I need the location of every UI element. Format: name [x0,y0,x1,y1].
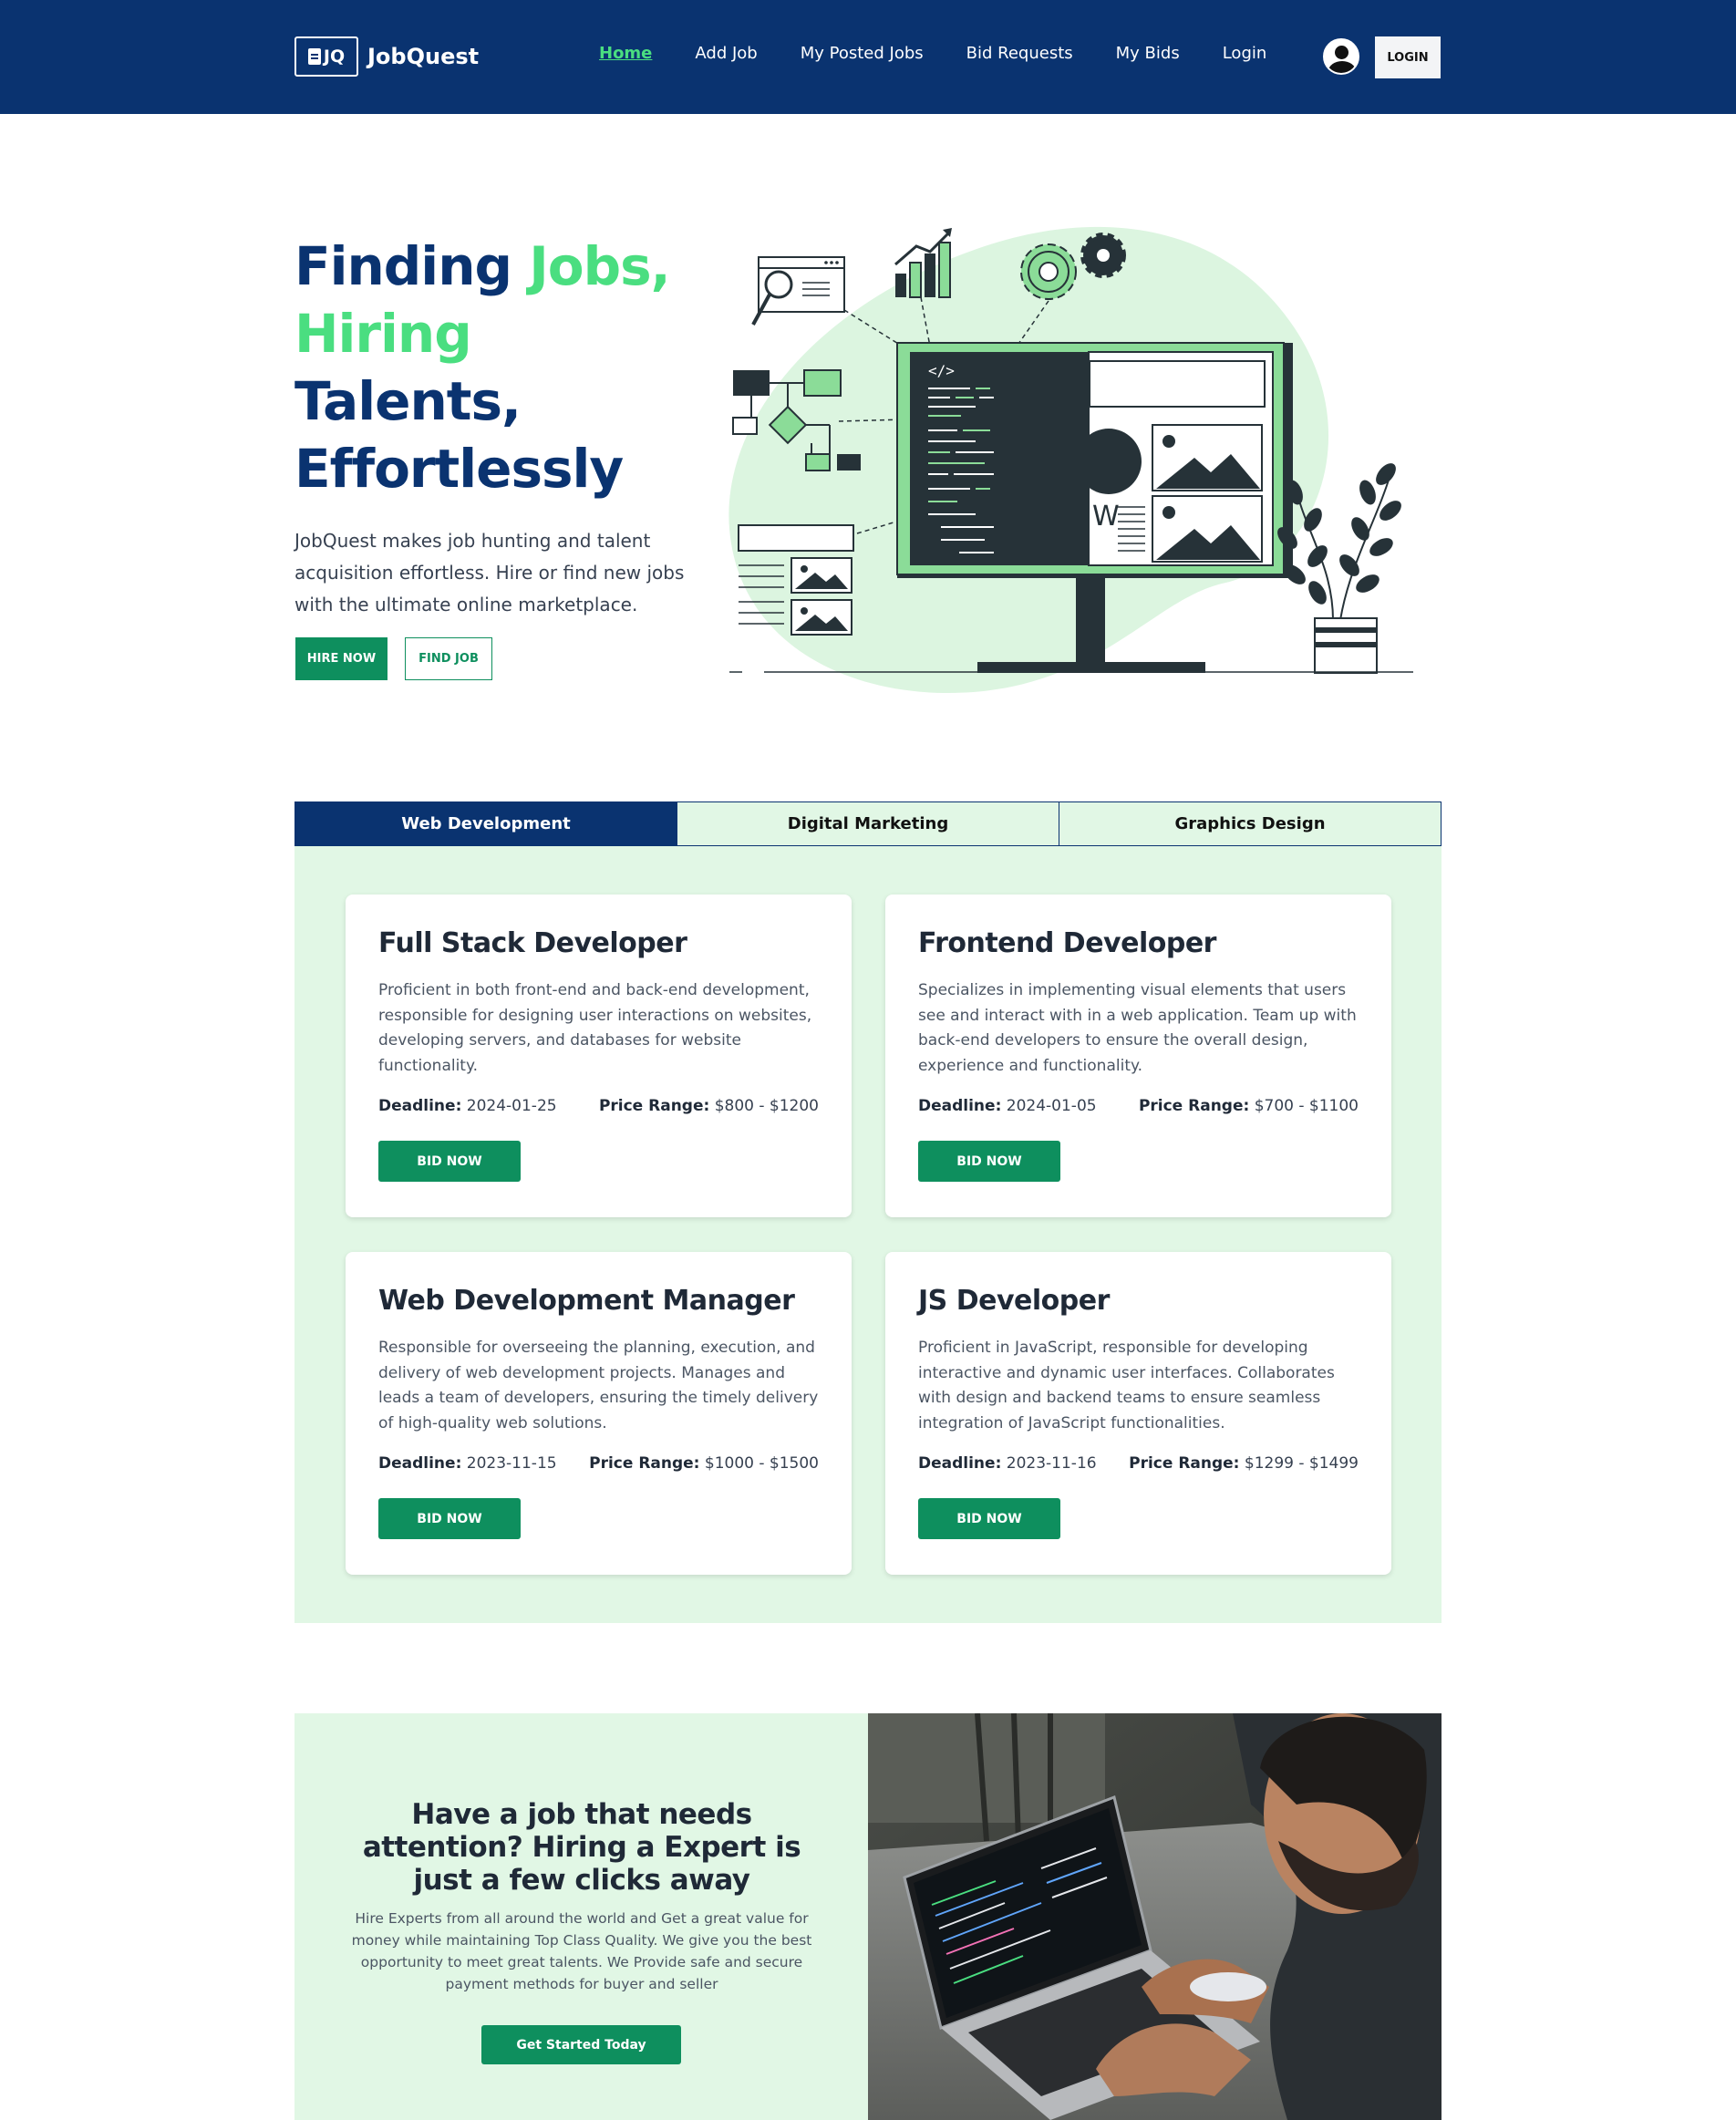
nav-link-bid-requests[interactable]: Bid Requests [966,44,1073,63]
developer-photo [868,1713,1442,2120]
job-card: Web Development Manager Responsible for … [346,1252,852,1575]
bid-now-button[interactable]: BID NOW [918,1141,1060,1182]
job-meta: Deadline: 2024-01-05 Price Range: $700 -… [918,1097,1359,1115]
job-description: Responsible for overseeing the planning,… [378,1339,819,1432]
job-title: Full Stack Developer [378,927,687,959]
tab-digital-marketing[interactable]: Digital Marketing [677,802,1059,845]
job-title: Frontend Developer [918,927,1216,959]
cta-heading: Have a job that needs attention? Hiring … [362,1798,801,1897]
job-price-range: Price Range: $1299 - $1499 [1129,1454,1359,1473]
tab-web-development[interactable]: Web Development [295,802,677,845]
cta-description: Hire Experts from all around the world a… [351,1910,812,1992]
job-description: Proficient in both front-end and back-en… [378,981,812,1075]
nav-links: Home Add Job My Posted Jobs Bid Requests… [599,44,1309,63]
job-price-range: Price Range: $800 - $1200 [598,1097,819,1115]
bid-now-button[interactable]: BID NOW [378,1141,521,1182]
cta-section: Have a job that needs attention? Hiring … [294,1713,868,2120]
svg-text:</>: </> [928,362,955,379]
job-price-range: Price Range: $700 - $1100 [1138,1097,1359,1115]
login-button[interactable]: LOGIN [1375,36,1441,78]
hero-title: Finding Jobs, Hiring Talents, Effortless… [294,233,696,502]
navbar: JQ JobQuest Home Add Job My Posted Jobs … [0,0,1736,114]
find-job-button[interactable]: FIND JOB [405,637,492,680]
job-card: JS Developer Proficient in JavaScript, r… [885,1252,1391,1575]
job-deadline: Deadline: 2023-11-16 [918,1454,1097,1473]
logo-mark-text: JQ [323,47,346,67]
job-description: Proficient in JavaScript, responsible fo… [918,1339,1335,1432]
job-deadline: Deadline: 2024-01-05 [918,1097,1097,1115]
user-avatar-icon[interactable] [1323,38,1359,75]
nav-link-home[interactable]: Home [599,44,652,63]
job-title: JS Developer [918,1285,1110,1317]
job-description: Specializes in implementing visual eleme… [918,981,1357,1075]
tab-graphics-design[interactable]: Graphics Design [1059,802,1441,845]
hero-title-finding: Finding [294,235,530,297]
nav-link-add-job[interactable]: Add Job [695,44,757,63]
job-deadline: Deadline: 2024-01-25 [378,1097,557,1115]
hero-title-jobs: Jobs, [529,235,670,297]
brand-name: JobQuest [367,44,480,69]
svg-text:W: W [1092,501,1120,533]
plant-icon [1277,463,1401,674]
tab-panel-web-development: Full Stack Developer Proficient in both … [294,846,1442,1623]
hero-title-talents: Talents, [294,370,522,432]
hero-description: JobQuest makes job hunting and talent ac… [294,530,685,615]
magnifier-icon [751,256,845,326]
hero-illustration: </> W [728,226,1413,693]
hero-title-effortlessly: Effortlessly [294,438,624,500]
hire-now-button[interactable]: HIRE NOW [295,637,388,680]
job-card: Full Stack Developer Proficient in both … [346,895,852,1217]
document-icon [307,48,321,65]
nav-link-my-bids[interactable]: My Bids [1116,44,1180,63]
job-deadline: Deadline: 2023-11-15 [378,1454,557,1473]
hero-title-hiring: Hiring [294,303,472,365]
job-meta: Deadline: 2023-11-16 Price Range: $1299 … [918,1454,1359,1473]
bid-now-button[interactable]: BID NOW [918,1498,1060,1539]
nav-link-login[interactable]: Login [1223,44,1267,63]
brand-logo[interactable]: JQ JobQuest [294,36,479,77]
get-started-button[interactable]: Get Started Today [481,2025,681,2064]
job-meta: Deadline: 2023-11-15 Price Range: $1000 … [378,1454,819,1473]
nav-link-my-posted-jobs[interactable]: My Posted Jobs [801,44,924,63]
job-price-range: Price Range: $1000 - $1500 [589,1454,819,1473]
job-card: Frontend Developer Specializes in implem… [885,895,1391,1217]
job-title: Web Development Manager [378,1285,795,1317]
category-tabs: Web Development Digital Marketing Graphi… [294,801,1442,846]
logo-mark: JQ [294,36,358,77]
bid-now-button[interactable]: BID NOW [378,1498,521,1539]
job-meta: Deadline: 2024-01-25 Price Range: $800 -… [378,1097,819,1115]
